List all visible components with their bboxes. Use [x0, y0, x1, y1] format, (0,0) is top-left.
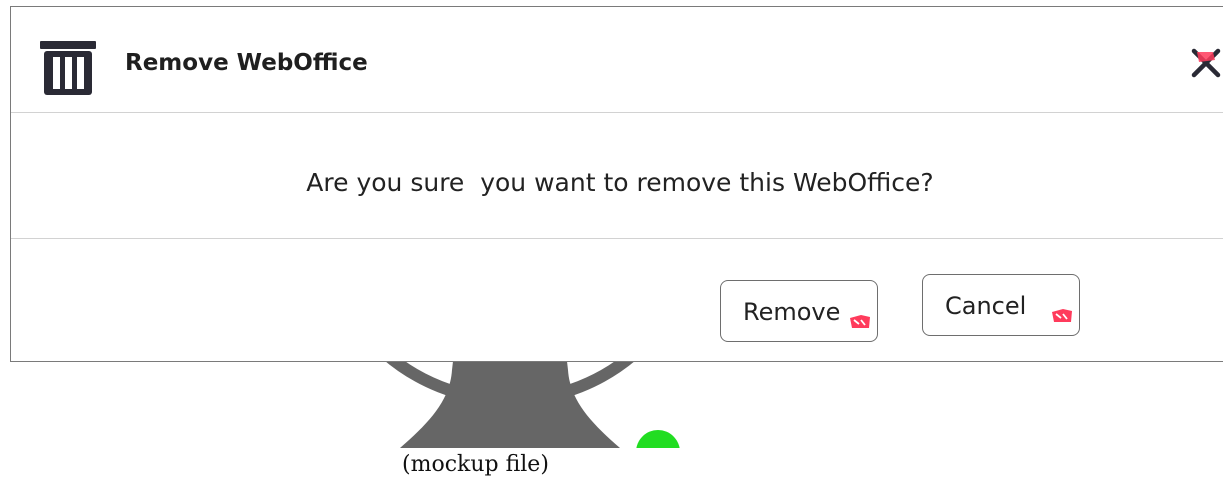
dialog-header: Remove WebOffice	[11, 7, 1223, 113]
remove-button[interactable]: Remove	[720, 280, 878, 342]
remove-button-label: Remove	[743, 298, 841, 326]
screen: Remove WebOffice Are you sure you want t…	[0, 0, 1223, 487]
close-icon[interactable]	[1189, 46, 1223, 80]
trash-icon	[40, 41, 96, 95]
dialog-footer: Remove Cancel	[11, 239, 1223, 361]
status-indicator-icon	[636, 430, 680, 448]
cursor-marker-icon	[1052, 309, 1072, 322]
mockup-caption: (mockup file)	[402, 452, 549, 477]
cursor-marker-icon	[850, 315, 870, 328]
cancel-button-label: Cancel	[945, 292, 1027, 320]
confirmation-message: Are you sure you want to remove this Web…	[306, 168, 934, 197]
remove-weboffice-dialog: Remove WebOffice Are you sure you want t…	[10, 6, 1223, 362]
cancel-button[interactable]: Cancel	[922, 274, 1080, 336]
dialog-body: Are you sure you want to remove this Web…	[11, 113, 1223, 239]
dialog-title: Remove WebOffice	[125, 50, 368, 76]
